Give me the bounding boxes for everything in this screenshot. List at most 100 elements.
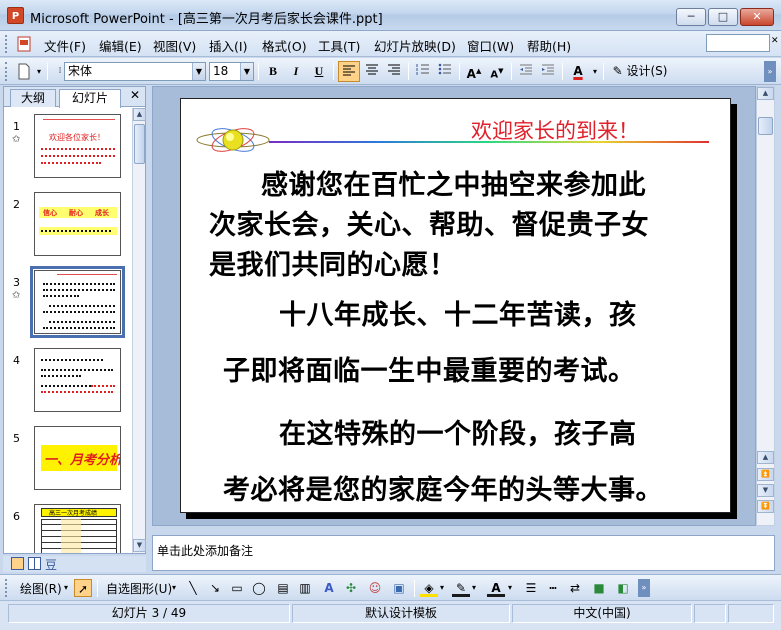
- scrollbar-thumb[interactable]: [134, 124, 145, 164]
- chevron-down-icon[interactable]: ▼: [240, 63, 253, 80]
- scroll-up-icon[interactable]: ▲: [757, 451, 774, 464]
- slide-thumbnail-6[interactable]: 高三一次月考成绩: [34, 504, 121, 553]
- font-color-icon[interactable]: A: [487, 579, 505, 597]
- menu-help[interactable]: 帮助(H): [527, 36, 571, 55]
- maximize-button[interactable]: □: [708, 8, 738, 26]
- bullets-button[interactable]: [435, 61, 455, 82]
- align-left-button[interactable]: [338, 61, 360, 82]
- scrollbar-thumb[interactable]: [758, 117, 773, 135]
- dash-style-icon[interactable]: ┅: [544, 579, 562, 597]
- tab-outline[interactable]: 大纲: [10, 89, 56, 107]
- slideshow-view-icon[interactable]: 豆: [45, 556, 57, 573]
- line-style-icon[interactable]: ☰: [522, 579, 540, 597]
- slide-body-line[interactable]: 感谢您在百忙之中抽空来参加此: [261, 163, 646, 202]
- tab-slides[interactable]: 幻灯片: [59, 89, 121, 108]
- normal-view-icon[interactable]: [11, 557, 24, 570]
- bold-button[interactable]: B: [264, 61, 282, 82]
- chevron-down-icon[interactable]: ▼: [192, 63, 205, 80]
- notes-pane[interactable]: 单击此处添加备注: [152, 535, 775, 571]
- fill-color-icon[interactable]: ◈: [420, 579, 438, 597]
- design-button[interactable]: ✎ 设计(S): [609, 61, 671, 82]
- font-size-combobox[interactable]: 18 ▼: [209, 62, 254, 81]
- vertical-textbox-icon[interactable]: ▥: [296, 579, 314, 597]
- textbox-icon[interactable]: ▤: [274, 579, 292, 597]
- close-pane-icon[interactable]: ✕: [130, 88, 140, 102]
- decrease-font-size-button[interactable]: A▼: [487, 61, 507, 82]
- new-document-icon[interactable]: [16, 63, 32, 80]
- menu-file[interactable]: 文件(F): [44, 36, 86, 55]
- slide-body-line[interactable]: 子即将面临一生中最重要的考试。: [223, 349, 636, 388]
- line-color-icon[interactable]: ✎: [452, 579, 470, 597]
- slide-thumbnail-3[interactable]: [30, 266, 125, 338]
- oval-icon[interactable]: ◯: [250, 579, 268, 597]
- close-button[interactable]: ✕: [740, 8, 774, 26]
- powerpoint-app-icon[interactable]: P: [7, 7, 24, 24]
- chevron-down-icon[interactable]: ▾: [440, 583, 444, 592]
- menu-view[interactable]: 视图(V): [153, 36, 196, 55]
- menu-format[interactable]: 格式(O): [262, 36, 307, 55]
- menu-insert[interactable]: 插入(I): [209, 36, 247, 55]
- scroll-down-icon[interactable]: ▼: [133, 539, 146, 552]
- help-question-input[interactable]: [706, 34, 770, 52]
- rectangle-icon[interactable]: ▭: [228, 579, 246, 597]
- font-name-combobox[interactable]: 宋体 ▼: [64, 62, 206, 81]
- slide-thumbnail-1[interactable]: 欢迎各位家长！: [34, 114, 121, 178]
- picture-icon[interactable]: ▣: [390, 579, 408, 597]
- thumbnails-scrollbar[interactable]: ▲ ▼: [132, 108, 146, 553]
- select-pointer-icon[interactable]: ➚: [74, 579, 92, 597]
- slide-heading[interactable]: 欢迎家长的到来！: [471, 115, 639, 145]
- notes-placeholder[interactable]: 单击此处添加备注: [157, 542, 253, 559]
- underline-button[interactable]: U: [310, 61, 328, 82]
- font-color-dropdown-icon[interactable]: ▾: [590, 61, 600, 82]
- slide-thumbnail-4[interactable]: [34, 348, 121, 412]
- slide-body-line[interactable]: 是我们共同的心愿！: [209, 243, 457, 282]
- slide-sorter-view-icon[interactable]: [28, 557, 41, 570]
- toolbar-grip-handle[interactable]: [5, 579, 8, 597]
- slide-thumbnail-2[interactable]: 信心 耐心 成长: [34, 192, 121, 256]
- slide-body-line[interactable]: 十八年成长、十二年苦读，孩: [279, 293, 637, 332]
- menu-slideshow[interactable]: 幻灯片放映(D): [374, 36, 456, 55]
- next-slide-icon[interactable]: ⏬: [757, 500, 774, 513]
- minimize-button[interactable]: ─: [676, 8, 706, 26]
- document-icon[interactable]: [16, 36, 32, 52]
- menu-edit[interactable]: 编辑(E): [99, 36, 142, 55]
- toolbar-options-button[interactable]: »: [764, 61, 776, 82]
- wordart-icon[interactable]: A: [320, 579, 338, 597]
- chevron-down-icon[interactable]: ▾: [64, 583, 68, 592]
- menu-window[interactable]: 窗口(W): [467, 36, 514, 55]
- scroll-down-icon[interactable]: ▼: [757, 484, 774, 497]
- slide-scrollbar[interactable]: ▲ ▲ ⏫ ▼ ⏬: [756, 86, 775, 526]
- menubar-grip-handle[interactable]: [5, 35, 8, 53]
- draw-menu-button[interactable]: 绘图(R): [20, 580, 62, 597]
- shadow-style-icon[interactable]: ■: [590, 579, 608, 597]
- arrow-icon[interactable]: ↘: [206, 579, 224, 597]
- new-dropdown-icon[interactable]: ▾: [34, 61, 44, 82]
- slide-body-line[interactable]: 次家长会，关心、帮助、督促贵子女: [209, 203, 649, 242]
- clipart-icon[interactable]: ☺: [366, 579, 384, 597]
- toolbar-options-button[interactable]: »: [638, 579, 650, 597]
- slide-thumbnail-5[interactable]: 一、月考分析: [34, 426, 121, 490]
- menu-tools[interactable]: 工具(T): [318, 36, 360, 55]
- font-color-button[interactable]: A: [567, 61, 589, 82]
- scroll-up-icon[interactable]: ▲: [757, 87, 774, 100]
- 3d-style-icon[interactable]: ◧: [614, 579, 632, 597]
- line-icon[interactable]: ╲: [184, 579, 202, 597]
- align-right-button[interactable]: [384, 61, 404, 82]
- chevron-down-icon[interactable]: ▾: [508, 583, 512, 592]
- slide-body-line[interactable]: 在这特殊的一个阶段，孩子高: [279, 412, 637, 451]
- diagram-icon[interactable]: ✣: [342, 579, 360, 597]
- menubar-close-doc-icon[interactable]: ✕: [771, 36, 779, 46]
- chevron-down-icon[interactable]: ▾: [472, 583, 476, 592]
- previous-slide-icon[interactable]: ⏫: [757, 468, 774, 481]
- scroll-up-icon[interactable]: ▲: [133, 108, 146, 121]
- arrow-style-icon[interactable]: ⇄: [566, 579, 584, 597]
- numbering-button[interactable]: [413, 61, 433, 82]
- decrease-indent-button[interactable]: [516, 61, 536, 82]
- slide-body-line[interactable]: 考必将是您的家庭今年的头等大事。: [223, 468, 663, 507]
- toolbar-grip-handle[interactable]: [5, 62, 8, 81]
- chevron-down-icon[interactable]: ▾: [172, 583, 176, 592]
- current-slide[interactable]: 欢迎家长的到来！ 感谢您在百忙之中抽空来参加此 次家长会，关心、帮助、督促贵子女…: [180, 98, 731, 513]
- increase-indent-button[interactable]: [538, 61, 558, 82]
- increase-font-size-button[interactable]: A▲: [464, 61, 484, 82]
- italic-button[interactable]: I: [287, 61, 305, 82]
